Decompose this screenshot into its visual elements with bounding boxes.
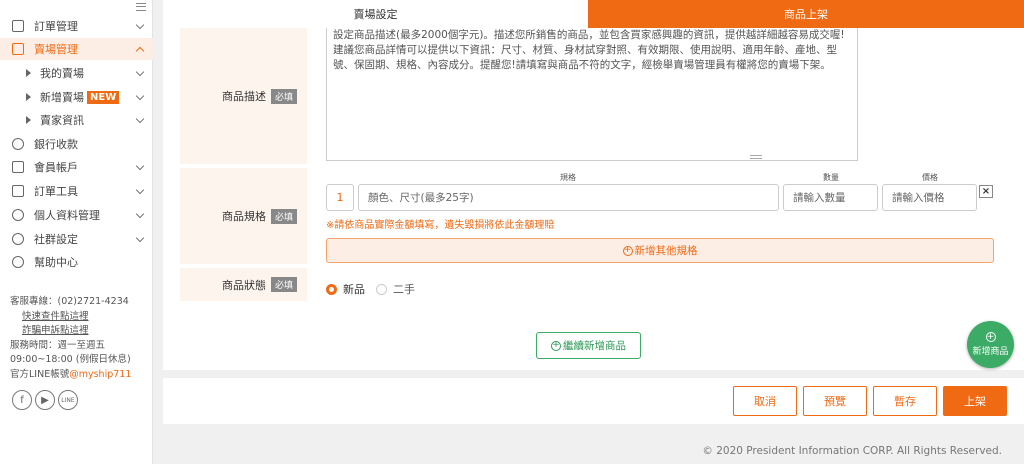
add-product-fab[interactable]: + 新增商品 bbox=[967, 321, 1014, 368]
wallet-icon bbox=[12, 161, 24, 173]
remove-spec-button[interactable]: × bbox=[979, 185, 993, 198]
chevron-down-icon bbox=[135, 67, 145, 77]
service-days: 服務時間：週一至週五 bbox=[10, 339, 106, 351]
sidebar-item-orders[interactable]: 訂單管理 bbox=[0, 15, 153, 37]
plus-circle-icon: + bbox=[551, 340, 561, 351]
sidebar: 訂單管理 賣場管理 我的賣場 新增賣場 NEW 賣家資訊 銀行收款 會員帳戶 訂… bbox=[0, 0, 153, 464]
chevron-down-icon bbox=[135, 185, 145, 195]
contact-info: 客服專線：(02)2721-4234 快速查件點這裡 詐騙申訴點這裡 服務時間：… bbox=[10, 295, 131, 382]
save-draft-button[interactable]: 暫存 bbox=[873, 386, 937, 416]
radio-checked-icon bbox=[326, 283, 337, 295]
action-bar: 取消 預覽 暫存 上架 bbox=[163, 378, 1024, 424]
fraud-report-link[interactable]: 詐騙申訴點這裡 bbox=[10, 324, 131, 339]
chevron-up-icon bbox=[135, 46, 145, 56]
spec-label-cell: 商品規格 必填 bbox=[180, 168, 307, 264]
cancel-button[interactable]: 取消 bbox=[733, 386, 797, 416]
tab-list-product[interactable]: 商品上架 bbox=[588, 0, 1024, 28]
spec-input[interactable]: 顏色、尺寸(最多25字) bbox=[358, 184, 779, 211]
radio-unchecked-icon bbox=[376, 283, 387, 295]
col-header-spec: 規格 bbox=[560, 173, 576, 182]
sidebar-item-social[interactable]: 社群設定 bbox=[0, 228, 153, 250]
col-header-qty: 數量 bbox=[823, 173, 839, 182]
gear-icon bbox=[12, 209, 24, 221]
chevron-down-icon bbox=[135, 91, 145, 101]
product-form: 商品描述 必填 設定商品描述(最多2000個字元)。描述您所銷售的商品，並包含買家… bbox=[163, 28, 1024, 370]
track-link[interactable]: 快速查件點這裡 bbox=[10, 310, 131, 325]
required-badge: 必填 bbox=[270, 277, 297, 292]
sidebar-item-order-tools[interactable]: 訂單工具 bbox=[0, 180, 153, 202]
quantity-input[interactable]: 請輸入數量 bbox=[783, 184, 878, 211]
youtube-icon[interactable]: ▶ bbox=[35, 390, 55, 410]
price-input[interactable]: 請輸入價格 bbox=[882, 184, 977, 211]
line-icon[interactable]: LINE bbox=[58, 390, 78, 410]
dollar-icon bbox=[12, 138, 24, 150]
copyright: © 2020 President Information CORP. All R… bbox=[702, 445, 1002, 457]
line-account: 官方LINE帳號@myship711 bbox=[10, 368, 132, 380]
add-spec-button[interactable]: + 新增其他規格 bbox=[326, 238, 994, 263]
briefcase-icon bbox=[12, 185, 24, 197]
continue-add-product-button[interactable]: + 繼續新增商品 bbox=[536, 332, 641, 359]
sidebar-item-bank[interactable]: 銀行收款 bbox=[0, 133, 153, 155]
menu-toggle-icon[interactable] bbox=[136, 3, 146, 11]
sidebar-item-member-account[interactable]: 會員帳戶 bbox=[0, 156, 153, 178]
clipboard-icon bbox=[12, 20, 24, 32]
store-icon bbox=[12, 43, 24, 55]
status-new-radio[interactable]: 新品 bbox=[326, 281, 365, 297]
status-label-cell: 商品狀態 必填 bbox=[180, 268, 307, 301]
spec-row-number: 1 bbox=[326, 184, 354, 211]
chevron-down-icon bbox=[135, 20, 145, 30]
plus-circle-icon: + bbox=[622, 245, 633, 256]
tab-store-settings[interactable]: 賣場設定 bbox=[163, 0, 588, 28]
chevron-down-icon bbox=[135, 114, 145, 124]
contact-phone: 客服專線：(02)2721-4234 bbox=[10, 296, 129, 307]
line-id[interactable]: @myship711 bbox=[69, 369, 131, 380]
required-badge: 必填 bbox=[270, 208, 297, 224]
description-textarea[interactable]: 設定商品描述(最多2000個字元)。描述您所銷售的商品，並包含買家感興趣的資訊，… bbox=[326, 28, 858, 161]
sidebar-item-seller-info[interactable]: 賣家資訊 bbox=[0, 109, 153, 131]
preview-button[interactable]: 預覽 bbox=[803, 386, 867, 416]
caret-right-icon bbox=[26, 116, 31, 124]
service-hours: 09:00~18:00 (例假日休息) bbox=[10, 354, 131, 365]
caret-right-icon bbox=[26, 93, 31, 101]
sidebar-item-my-store[interactable]: 我的賣場 bbox=[0, 62, 153, 84]
help-icon bbox=[12, 256, 24, 268]
plus-circle-icon: + bbox=[985, 331, 996, 342]
amount-warning: ※請依商品實際金額填寫，遺失毀損將依此金額理賠 bbox=[326, 220, 555, 231]
users-icon bbox=[12, 233, 24, 245]
resize-grip-icon[interactable] bbox=[750, 155, 762, 159]
sidebar-item-store-management[interactable]: 賣場管理 bbox=[0, 38, 153, 60]
facebook-icon[interactable]: f bbox=[12, 390, 32, 410]
tab-bar: 賣場設定 商品上架 bbox=[163, 0, 1024, 28]
caret-right-icon bbox=[26, 69, 31, 77]
chevron-down-icon bbox=[135, 233, 145, 243]
required-badge: 必填 bbox=[270, 88, 297, 104]
sidebar-item-profile[interactable]: 個人資料管理 bbox=[0, 204, 153, 226]
new-badge: NEW bbox=[87, 90, 120, 104]
sidebar-item-help[interactable]: 幫助中心 bbox=[0, 251, 153, 273]
publish-button[interactable]: 上架 bbox=[943, 386, 1007, 416]
chevron-down-icon bbox=[135, 161, 145, 171]
chevron-down-icon bbox=[135, 209, 145, 219]
sidebar-item-new-store[interactable]: 新增賣場 NEW bbox=[0, 86, 153, 108]
desc-label-cell: 商品描述 必填 bbox=[180, 28, 307, 164]
col-header-price: 價格 bbox=[922, 173, 938, 182]
status-used-radio[interactable]: 二手 bbox=[376, 281, 415, 297]
